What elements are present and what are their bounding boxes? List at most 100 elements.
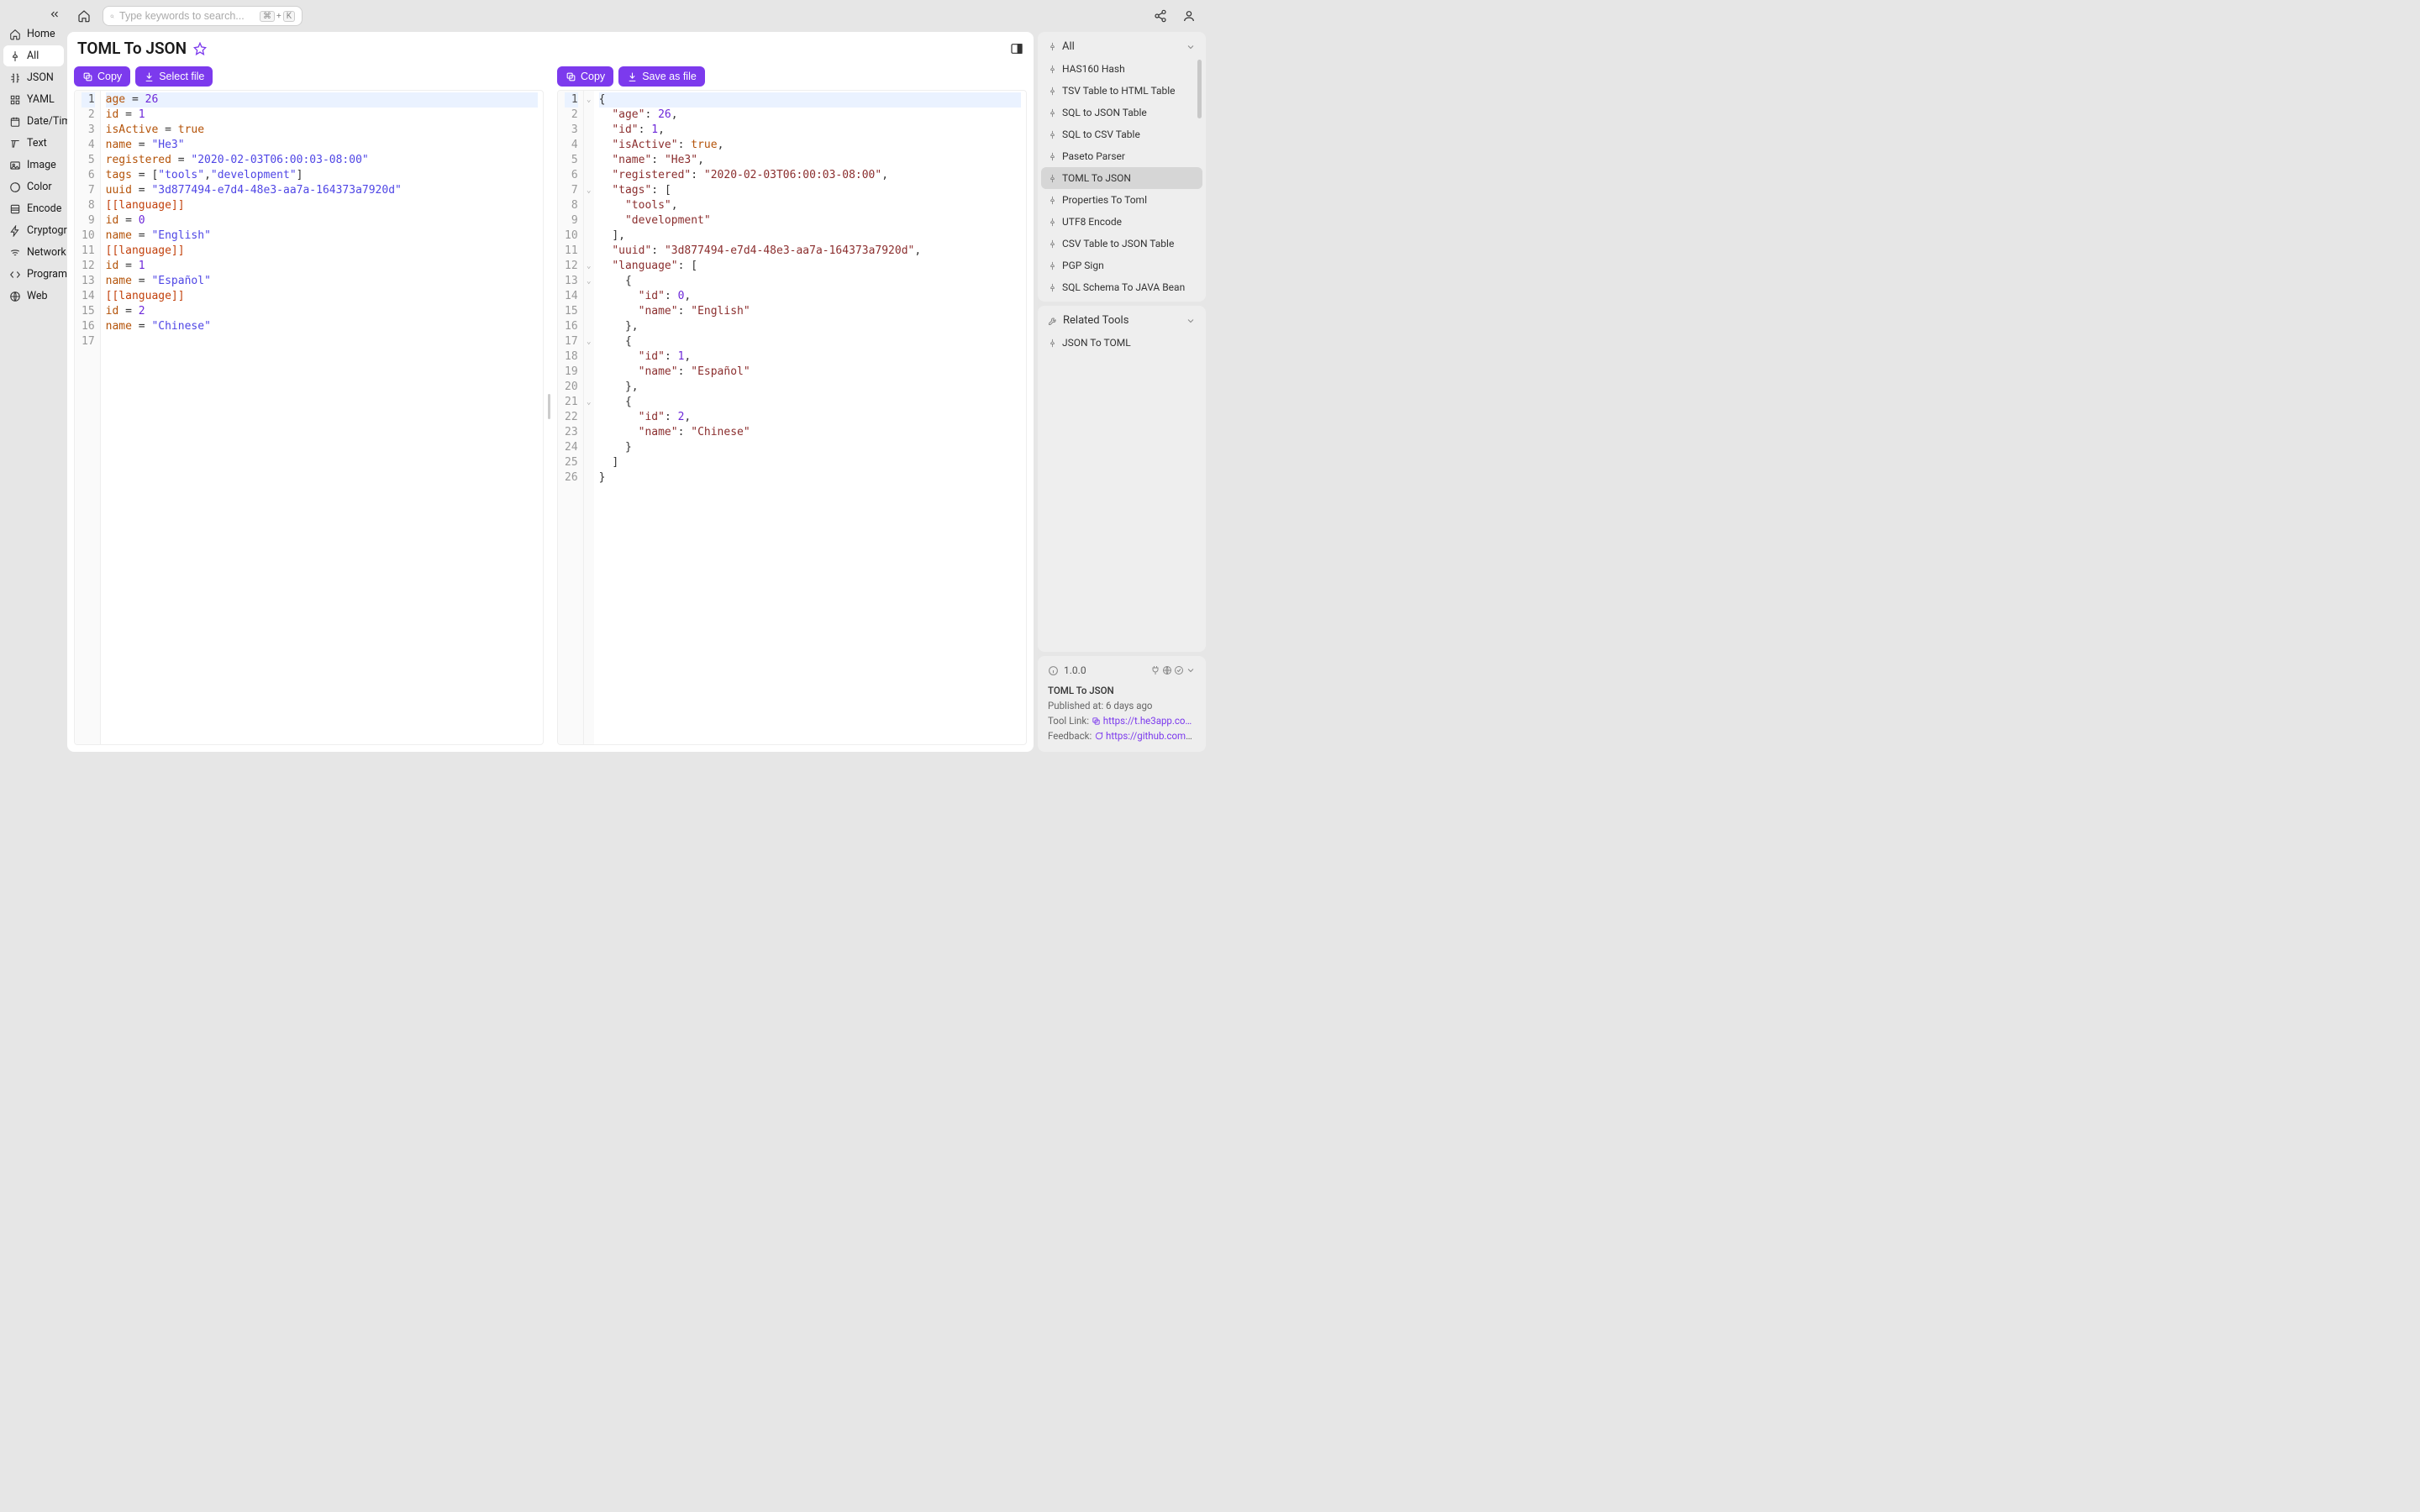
chat-icon [1094, 732, 1103, 741]
tool-item-label: TOML To JSON [1062, 172, 1131, 184]
tool-item[interactable]: CSV Table to JSON Table [1041, 233, 1202, 255]
layout-toggle-icon[interactable] [1010, 42, 1023, 55]
nav-icon [9, 160, 21, 171]
sidebar: Home All JSON YAML Date/TimeTextImage Color En… [0, 0, 67, 756]
tool-item[interactable]: TSV Table to HTML Table [1041, 80, 1202, 102]
sidebar-item-label: Encode [27, 202, 61, 215]
tool-item-label: HAS160 Hash [1062, 63, 1125, 75]
sidebar-item-label: Network [27, 246, 66, 259]
pin-icon [1048, 218, 1057, 227]
copy-output-button[interactable]: Copy [557, 66, 613, 87]
pin-icon [1048, 87, 1057, 96]
tool-item-label: UTF8 Encode [1062, 216, 1122, 228]
tool-item-label: SQL to CSV Table [1062, 129, 1140, 140]
search-input[interactable] [119, 10, 255, 22]
related-panel-title: Related Tools [1063, 314, 1128, 327]
tool-item[interactable]: Paseto Parser [1041, 145, 1202, 167]
sidebar-item-label: All [27, 50, 39, 62]
sidebar-item-image[interactable]: Image [3, 155, 64, 176]
sidebar-item-label: YAML [27, 93, 55, 106]
nav-icon [9, 138, 21, 150]
tool-item[interactable]: UTF8 Encode [1041, 211, 1202, 233]
globe-icon[interactable] [1162, 665, 1172, 675]
tool-link[interactable]: https://t.he3app.co… [1103, 715, 1192, 727]
sidebar-item-network[interactable]: Network [3, 242, 64, 263]
sidebar-item-color[interactable]: Color [3, 176, 64, 197]
account-button[interactable] [1179, 6, 1199, 26]
plug-icon[interactable] [1150, 665, 1160, 675]
save-as-file-button[interactable]: Save as file [618, 66, 705, 87]
feedback-link[interactable]: https://github.com/… [1106, 730, 1196, 742]
search-icon [110, 11, 114, 22]
tool-item[interactable]: SQL Schema To JAVA Bean [1041, 276, 1202, 298]
sidebar-item-encode[interactable]: Encode [3, 198, 64, 219]
sidebar-item-all[interactable]: All [3, 45, 64, 66]
favorite-icon[interactable] [193, 42, 207, 55]
search-shortcut: ⌘ + K [260, 11, 295, 22]
sidebar-item-home[interactable]: Home [3, 24, 64, 45]
tool-item-label: Properties To Toml [1062, 194, 1147, 206]
share-button[interactable] [1150, 6, 1171, 26]
sidebar-item-date-time[interactable]: Date/Time [3, 111, 64, 132]
copy-input-button[interactable]: Copy [74, 66, 130, 87]
tool-item-label: SQL Schema To JAVA Bean [1062, 281, 1185, 293]
sidebar-item-web[interactable]: Web [3, 286, 64, 307]
tool-item-label: PGP Sign [1062, 260, 1104, 271]
pin-icon [1048, 239, 1057, 249]
title-row: TOML To JSON [67, 32, 1034, 61]
copy-label: Copy [581, 71, 605, 82]
pin-icon [1048, 261, 1057, 270]
pin-icon [1048, 174, 1057, 183]
workspace: TOML To JSON Copy [67, 32, 1034, 752]
tools-panel-head[interactable]: All [1041, 35, 1202, 58]
nav-icon [9, 181, 21, 193]
tool-item-label: TSV Table to HTML Table [1062, 85, 1176, 97]
tools-panel-title: All [1062, 40, 1075, 53]
tool-item[interactable]: HAS160 Hash [1041, 58, 1202, 80]
chevron-down-icon [1186, 316, 1196, 326]
search-box[interactable]: ⌘ + K [103, 6, 302, 26]
version-text: 1.0.0 [1064, 664, 1086, 676]
sidebar-item-label: Color [27, 181, 52, 193]
tool-item[interactable]: TOML To JSON [1041, 167, 1202, 189]
pin-icon [1048, 65, 1057, 74]
meta-tool-link: Tool Link: https://t.he3app.co… [1048, 715, 1196, 727]
right-rail: All HAS160 Hash TSV Table to HTML Table SQ… [1038, 32, 1206, 752]
output-code-area[interactable]: 1234567891011121314151617181920212223242… [557, 90, 1027, 745]
tools-icon [1048, 316, 1058, 326]
nav-icon [9, 225, 21, 237]
topbar: ⌘ + K [67, 4, 1206, 28]
tool-item[interactable]: Properties To Toml [1041, 189, 1202, 211]
check-circle-icon[interactable] [1174, 665, 1184, 675]
chevron-down-icon[interactable] [1186, 665, 1196, 675]
related-panel-head[interactable]: Related Tools [1041, 309, 1202, 332]
meta-panel: 1.0.0 TOML To JSON Published at: [1038, 656, 1206, 752]
tool-item[interactable]: PGP Sign [1041, 255, 1202, 276]
sidebar-collapse-button[interactable] [47, 7, 62, 22]
select-file-button[interactable]: Select file [135, 66, 213, 87]
nav-icon [9, 291, 21, 302]
pin-icon [1048, 283, 1057, 292]
input-code-area[interactable]: 1234567891011121314151617 age = 26id = 1… [74, 90, 544, 745]
nav-icon [9, 29, 21, 40]
output-editor-pane: Copy Save as file 1234567891011121314151… [550, 61, 1034, 752]
sidebar-item-text[interactable]: Text [3, 133, 64, 154]
tool-item[interactable]: SQL to CSV Table [1041, 123, 1202, 145]
nav-icon [9, 203, 21, 215]
sidebar-item-programming[interactable]: Programming [3, 264, 64, 285]
meta-published: Published at: 6 days ago [1048, 700, 1196, 711]
sidebar-item-label: JSON [27, 71, 54, 84]
sidebar-item-yaml[interactable]: YAML [3, 89, 64, 110]
tools-scrollbar[interactable] [1197, 60, 1202, 297]
copy-label: Copy [97, 71, 122, 82]
nav-icon [9, 94, 21, 106]
tool-item-label: SQL to JSON Table [1062, 107, 1147, 118]
link-icon [1092, 717, 1101, 726]
sidebar-item-json[interactable]: JSON [3, 67, 64, 88]
related-panel: Related Tools JSON To TOML [1038, 306, 1206, 652]
sidebar-item-cryptography[interactable]: Cryptography [3, 220, 64, 241]
related-item[interactable]: JSON To TOML [1041, 332, 1202, 354]
tool-item[interactable]: SQL to JSON Table [1041, 102, 1202, 123]
home-button[interactable] [74, 6, 94, 26]
nav-icon [9, 72, 21, 84]
